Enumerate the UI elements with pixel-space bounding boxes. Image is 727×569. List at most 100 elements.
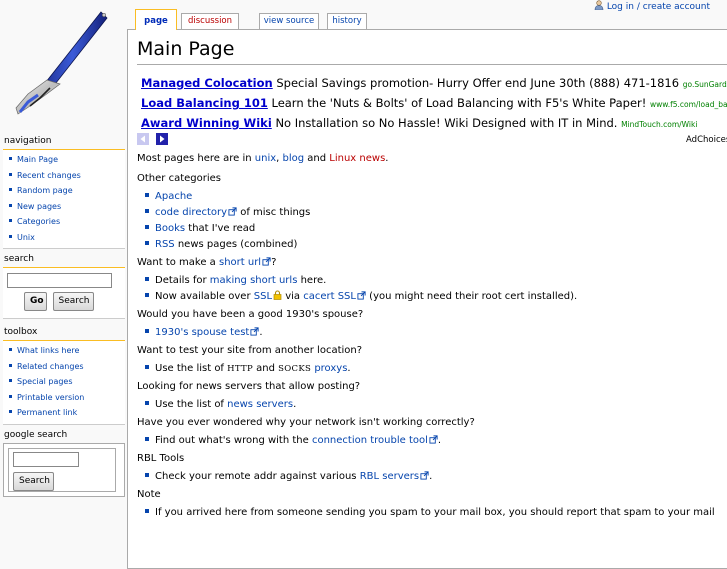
rbl-end: . bbox=[429, 471, 433, 482]
toolbox-link-permanent-link[interactable]: Permanent link bbox=[17, 408, 77, 417]
search-portlet: search Go Search bbox=[3, 254, 125, 319]
tab-discussion[interactable]: discussion bbox=[181, 13, 239, 29]
short-url-text: Want to make a bbox=[137, 257, 219, 268]
adchoices-label[interactable]: AdChoices bbox=[686, 135, 727, 145]
news-end: . bbox=[293, 399, 297, 410]
proxys-link[interactable]: proxys bbox=[314, 363, 347, 374]
toolbox-link-special-pages[interactable]: Special pages bbox=[17, 377, 73, 386]
code-directory-link[interactable]: code directory bbox=[155, 207, 227, 218]
ad-title[interactable]: Load Balancing 101 bbox=[141, 96, 268, 110]
nav-link-unix[interactable]: Unix bbox=[17, 233, 35, 242]
http-label: HTTP bbox=[227, 364, 253, 374]
note-heading: Note bbox=[137, 489, 161, 500]
linux-news-link[interactable]: Linux news bbox=[329, 153, 385, 164]
toolbox-portlet: toolbox What links here Related changes … bbox=[3, 327, 125, 425]
other-categories-heading: Other categories bbox=[137, 173, 221, 184]
ad-text[interactable]: No Installation so No Hassle! Wiki Desig… bbox=[275, 116, 617, 130]
tab-view-source-label[interactable]: view source bbox=[264, 16, 315, 26]
list-item: Books that I've read bbox=[145, 221, 727, 237]
ad-url[interactable]: MindTouch.com/Wiki bbox=[621, 120, 697, 129]
search-button[interactable]: Search bbox=[52, 292, 94, 311]
rss-link[interactable]: RSS bbox=[155, 239, 175, 250]
personal-tools: Log in / create account bbox=[594, 0, 710, 12]
connection-trouble-tool-link[interactable]: connection trouble tool bbox=[312, 435, 428, 446]
nav-link-categories[interactable]: Categories bbox=[17, 217, 60, 226]
google-search-portlet: google search Search bbox=[3, 430, 125, 497]
nav-item-new-pages[interactable]: New pages bbox=[9, 199, 125, 215]
toolbox-item-what-links-here[interactable]: What links here bbox=[9, 343, 125, 359]
nav-link-new-pages[interactable]: New pages bbox=[17, 202, 61, 211]
nav-item-unix[interactable]: Unix bbox=[9, 230, 125, 246]
books-link[interactable]: Books bbox=[155, 223, 185, 234]
network-end: . bbox=[437, 435, 442, 446]
ad-title[interactable]: Award Winning Wiki bbox=[141, 116, 272, 130]
google-search-button[interactable]: Search bbox=[13, 472, 54, 491]
go-button[interactable]: Go bbox=[24, 292, 47, 311]
ad-url[interactable]: go.SunGardAS.com bbox=[683, 80, 727, 89]
external-link-icon bbox=[357, 291, 366, 300]
ad-prev-icon[interactable] bbox=[137, 133, 149, 145]
short-url-link[interactable]: short url bbox=[219, 257, 261, 268]
news-servers-list: Use the list of news servers. bbox=[137, 397, 727, 413]
ad-item[interactable]: Managed Colocation Special Savings promo… bbox=[141, 74, 727, 94]
nav-item-main-page[interactable]: Main Page bbox=[9, 152, 125, 168]
intro-text: Most pages here are in bbox=[137, 153, 255, 164]
nav-item-random-page[interactable]: Random page bbox=[9, 183, 125, 199]
making-short-urls-link[interactable]: making short urls bbox=[210, 275, 298, 286]
toolbox-item-special-pages[interactable]: Special pages bbox=[9, 374, 125, 390]
ad-block: Managed Colocation Special Savings promo… bbox=[141, 74, 727, 134]
ad-url[interactable]: www.f5.com/load_balancing bbox=[650, 100, 727, 109]
toolbox-link-printable-version[interactable]: Printable version bbox=[17, 393, 84, 402]
external-link-icon bbox=[429, 435, 438, 444]
books-suffix: that I've read bbox=[185, 223, 256, 234]
navigation-heading: navigation bbox=[4, 136, 52, 146]
short-url-end: ? bbox=[271, 257, 277, 268]
site-logo[interactable] bbox=[0, 0, 130, 130]
ad-next-icon[interactable] bbox=[156, 133, 169, 145]
ad-text[interactable]: Special Savings promotion- Hurry Offer e… bbox=[276, 76, 679, 90]
search-input[interactable] bbox=[7, 273, 112, 288]
spouse-suffix: . bbox=[259, 327, 263, 338]
ssl-link[interactable]: SSL bbox=[254, 291, 272, 302]
unix-link[interactable]: unix bbox=[255, 153, 276, 164]
google-search-input[interactable] bbox=[13, 452, 79, 467]
nav-link-random-page[interactable]: Random page bbox=[17, 186, 73, 195]
tab-history[interactable]: history bbox=[327, 13, 367, 29]
search-heading: search bbox=[4, 254, 34, 264]
ad-item[interactable]: Load Balancing 101 Learn the 'Nuts & Bol… bbox=[141, 94, 727, 114]
apache-link[interactable]: Apache bbox=[155, 191, 192, 202]
ad-text[interactable]: Learn the 'Nuts & Bolts' of Load Balanci… bbox=[271, 96, 646, 110]
ad-item[interactable]: Award Winning Wiki No Installation so No… bbox=[141, 114, 727, 134]
tab-page-label[interactable]: page bbox=[144, 16, 168, 26]
proxy-text: Use the list of bbox=[155, 363, 228, 374]
toolbox-item-permanent-link[interactable]: Permanent link bbox=[9, 405, 125, 421]
toolbox-item-printable-version[interactable]: Printable version bbox=[9, 390, 125, 406]
spouse-test-link[interactable]: 1930's spouse test bbox=[155, 327, 249, 338]
login-link[interactable]: Log in / create account bbox=[607, 2, 710, 12]
toolbox-link-related-changes[interactable]: Related changes bbox=[17, 362, 84, 371]
details-text: Details for bbox=[155, 275, 210, 286]
intro-and: and bbox=[304, 153, 330, 164]
news-servers-link[interactable]: news servers bbox=[227, 399, 293, 410]
toolbox-link-what-links-here[interactable]: What links here bbox=[17, 346, 79, 355]
toolbox-item-related-changes[interactable]: Related changes bbox=[9, 359, 125, 375]
tab-history-label[interactable]: history bbox=[332, 16, 361, 26]
adchoices-link[interactable]: AdChoices bbox=[686, 133, 727, 145]
nav-link-recent-changes[interactable]: Recent changes bbox=[17, 171, 81, 180]
nav-item-categories[interactable]: Categories bbox=[9, 214, 125, 230]
rbl-servers-link[interactable]: RBL servers bbox=[360, 471, 419, 482]
code-directory-suffix: of misc things bbox=[237, 207, 311, 218]
blog-link[interactable]: blog bbox=[283, 153, 305, 164]
nav-item-recent-changes[interactable]: Recent changes bbox=[9, 168, 125, 184]
tab-view-source[interactable]: view source bbox=[259, 13, 319, 29]
nav-link-main-page[interactable]: Main Page bbox=[17, 155, 58, 164]
list-item: Find out what's wrong with the connectio… bbox=[145, 433, 727, 449]
tab-discussion-label[interactable]: discussion bbox=[188, 16, 232, 26]
tab-page[interactable]: page bbox=[135, 9, 177, 30]
cacert-ssl-link[interactable]: cacert SSL bbox=[303, 291, 356, 302]
network-heading: Have you ever wondered why your network … bbox=[137, 417, 475, 428]
list-item: Now available over SSL via cacert SSL (y… bbox=[145, 289, 727, 305]
list-item: Check your remote addr against various R… bbox=[145, 469, 727, 485]
ad-title[interactable]: Managed Colocation bbox=[141, 76, 273, 90]
page-title: Main Page bbox=[137, 36, 727, 65]
